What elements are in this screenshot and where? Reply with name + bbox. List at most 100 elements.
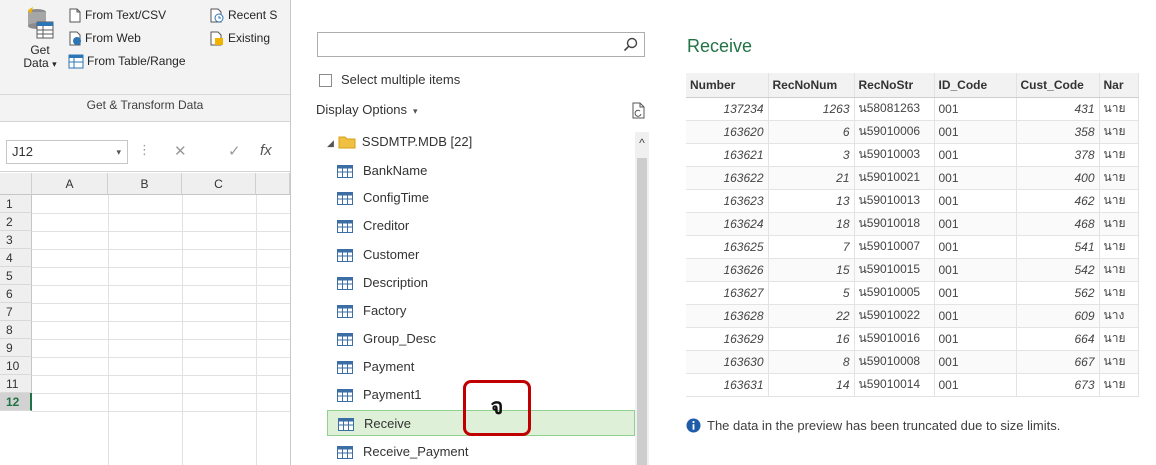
table-cell: 18 xyxy=(768,212,855,236)
nav-item-customer[interactable]: Customer xyxy=(327,242,635,268)
expand-triangle-icon[interactable]: ◢ xyxy=(327,138,334,148)
nav-item-description[interactable]: Description xyxy=(327,270,635,296)
cancel-icon[interactable]: ✕ xyxy=(174,142,187,160)
table-cell: นาย xyxy=(1099,166,1139,190)
document-icon xyxy=(69,8,81,23)
row-header[interactable]: 10 xyxy=(0,357,32,375)
table-cell: 13 xyxy=(768,189,855,213)
table-row: 163631 14 น59010014 001 673 นาย xyxy=(686,373,1139,397)
table-cell: 5 xyxy=(768,281,855,305)
table-cell: 358 xyxy=(1016,120,1100,144)
table-cell: 21 xyxy=(768,166,855,190)
formula-separator-icon: ⋮ xyxy=(138,142,151,157)
tree-root-database[interactable]: ◢ SSDMTP.MDB [22] xyxy=(327,132,472,152)
truncation-notice: The data in the preview has been truncat… xyxy=(686,418,1060,433)
navigator-dialog: Select multiple items Display Options ▾ ◢… xyxy=(290,0,1156,465)
nav-item-group-desc[interactable]: Group_Desc xyxy=(327,326,635,352)
table-cell: 001 xyxy=(934,281,1017,305)
table-cell: นาย xyxy=(1099,143,1139,167)
column-header[interactable]: B xyxy=(108,173,182,195)
from-text-csv-button[interactable]: From Text/CSV xyxy=(68,6,166,24)
scroll-up-arrow-icon[interactable]: ^ xyxy=(635,132,649,154)
search-icon[interactable] xyxy=(623,37,638,52)
nav-item-receive-payment[interactable]: Receive_Payment xyxy=(327,439,635,465)
row-header[interactable]: 2 xyxy=(0,213,32,231)
insert-function-icon[interactable]: fx xyxy=(260,142,272,159)
table-cell: 163630 xyxy=(686,350,769,374)
from-table-range-button[interactable]: From Table/Range xyxy=(68,52,186,70)
nav-item-payment[interactable]: Payment xyxy=(327,354,635,380)
table-cell: 163629 xyxy=(686,327,769,351)
get-data-label: Data xyxy=(23,56,49,70)
display-options-dropdown[interactable]: Display Options ▾ xyxy=(316,102,418,117)
row-header[interactable]: 8 xyxy=(0,321,32,339)
column-header[interactable]: C xyxy=(182,173,256,195)
row-header[interactable]: 1 xyxy=(0,195,32,213)
table-cell: นาย xyxy=(1099,373,1139,397)
scrollbar-thumb[interactable] xyxy=(637,158,647,465)
select-all-corner[interactable] xyxy=(0,173,32,195)
column-header: ID_Code xyxy=(934,73,1017,98)
existing-connections-label: Existing xyxy=(228,31,271,45)
row-header[interactable]: 6 xyxy=(0,285,32,303)
nav-item-label: Receive xyxy=(364,416,411,431)
row-header[interactable]: 9 xyxy=(0,339,32,357)
table-cell: นาย xyxy=(1099,189,1139,213)
row-header[interactable]: 7 xyxy=(0,303,32,321)
existing-connections-button[interactable]: Existing xyxy=(209,29,270,47)
table-cell: 001 xyxy=(934,258,1017,282)
grid-line xyxy=(32,393,290,394)
row-header[interactable]: 3 xyxy=(0,231,32,249)
grid-line xyxy=(32,411,290,412)
chevron-down-icon[interactable]: ▾ xyxy=(116,141,121,163)
table-icon xyxy=(337,277,353,290)
name-box[interactable]: J12 ▾ xyxy=(6,140,128,164)
nav-item-configtime[interactable]: ConfigTime xyxy=(327,185,635,211)
nav-item-label: BankName xyxy=(363,163,428,178)
row-header[interactable]: 11 xyxy=(0,375,32,393)
get-data-button[interactable]: Get Data ▾ xyxy=(18,6,62,86)
table-cell: นาย xyxy=(1099,212,1139,236)
grid-line xyxy=(32,321,290,322)
row-header[interactable]: 4 xyxy=(0,249,32,267)
table-icon xyxy=(338,418,354,431)
table-cell: 673 xyxy=(1016,373,1100,397)
search-input[interactable] xyxy=(317,32,645,57)
truncation-notice-text: The data in the preview has been truncat… xyxy=(707,418,1061,433)
nav-item-creditor[interactable]: Creditor xyxy=(327,213,635,239)
select-multiple-label[interactable]: Select multiple items xyxy=(341,72,460,87)
preview-header-row: Number RecNoNum RecNoStr ID_Code Cust_Co… xyxy=(686,73,1139,98)
table-cell: 001 xyxy=(934,166,1017,190)
column-header: Cust_Code xyxy=(1016,73,1100,98)
table-cell: 7 xyxy=(768,235,855,259)
table-cell: 001 xyxy=(934,373,1017,397)
table-cell: 378 xyxy=(1016,143,1100,167)
table-cell: น59010022 xyxy=(854,304,935,328)
table-cell: 22 xyxy=(768,304,855,328)
from-web-button[interactable]: From Web xyxy=(68,29,141,47)
column-header[interactable]: A xyxy=(32,173,108,195)
navigator-scrollbar[interactable]: ^ xyxy=(635,132,649,465)
nav-item-bankname[interactable]: BankName xyxy=(327,158,635,184)
ribbon-get-transform-group: Get Data ▾ From Text/CSV From Web From T… xyxy=(0,0,290,122)
recent-sources-button[interactable]: Recent S xyxy=(209,6,277,24)
recent-sources-label: Recent S xyxy=(228,8,278,22)
row-header-selected[interactable]: 12 xyxy=(0,393,32,411)
select-multiple-checkbox[interactable] xyxy=(319,74,332,87)
grid-line xyxy=(32,339,290,340)
connections-icon xyxy=(210,31,223,46)
from-text-csv-label: From Text/CSV xyxy=(85,8,167,22)
column-header: RecNoStr xyxy=(854,73,935,98)
enter-icon[interactable]: ✓ xyxy=(228,142,241,160)
column-header[interactable] xyxy=(256,173,290,195)
table-cell: นาย xyxy=(1099,235,1139,259)
table-icon xyxy=(337,220,353,233)
table-cell: 163621 xyxy=(686,143,769,167)
table-row: 163629 16 น59010016 001 664 นาย xyxy=(686,327,1139,351)
table-cell: น59010018 xyxy=(854,212,935,236)
nav-item-factory[interactable]: Factory xyxy=(327,298,635,324)
table-cell: 541 xyxy=(1016,235,1100,259)
row-header[interactable]: 5 xyxy=(0,267,32,285)
refresh-document-icon[interactable] xyxy=(632,102,646,119)
table-row: 163625 7 น59010007 001 541 นาย xyxy=(686,235,1139,259)
